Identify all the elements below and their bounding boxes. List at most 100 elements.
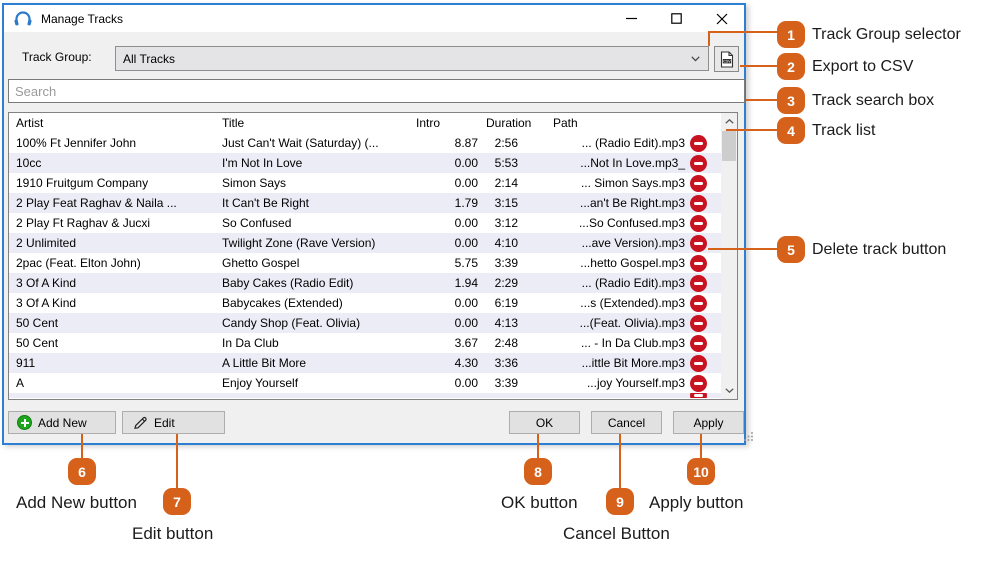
path-cell: ... (Radio Edit).mp3: [581, 136, 685, 150]
delete-track-button[interactable]: [690, 354, 707, 372]
track-row[interactable]: Aa Take On Me: [9, 393, 722, 398]
callout-label-export-to-csv: Export to CSV: [812, 58, 914, 75]
artist-cell: 911: [16, 356, 36, 370]
edit-button[interactable]: Edit: [122, 411, 225, 434]
apply-button[interactable]: Apply: [673, 411, 744, 434]
artist-cell: 10cc: [16, 156, 42, 170]
duration-cell: 2:29: [494, 276, 518, 290]
track-row[interactable]: 2pac (Feat. Elton John) Ghetto Gospel 5.…: [9, 253, 722, 273]
intro-cell: 0.00: [454, 236, 478, 250]
delete-track-button[interactable]: [690, 274, 707, 292]
title-cell: Twilight Zone (Rave Version): [222, 236, 376, 250]
delete-track-button[interactable]: [690, 214, 707, 232]
pencil-icon: [134, 416, 147, 429]
cancel-button[interactable]: Cancel: [591, 411, 662, 434]
track-group-selector[interactable]: All Tracks: [115, 46, 709, 71]
scroll-up-button[interactable]: [721, 113, 737, 130]
callout-label-apply-button: Apply button: [649, 493, 744, 512]
callout-badge-6: 6: [68, 458, 96, 485]
intro-cell: 0.00: [454, 156, 478, 170]
intro-cell: 3.67: [454, 336, 478, 350]
artist-cell: 3 Of A Kind: [16, 276, 77, 290]
chevron-down-icon: [691, 56, 700, 62]
callout-badge-3: 3: [777, 87, 805, 114]
ok-button[interactable]: OK: [509, 411, 580, 434]
path-cell: [535, 393, 688, 398]
intro-cell: 5.75: [454, 256, 478, 270]
scrollbar-thumb[interactable]: [722, 131, 736, 161]
delete-track-button[interactable]: [690, 374, 707, 392]
minimize-icon: [626, 17, 637, 20]
duration-cell: 3:39: [494, 376, 518, 390]
callout-badge-10: 10: [687, 458, 715, 485]
track-row[interactable]: 3 Of A Kind Baby Cakes (Radio Edit) 1.94…: [9, 273, 722, 293]
csv-file-icon: CSV: [720, 50, 733, 68]
title-cell: Simon Says: [222, 176, 287, 190]
duration-cell: 3:12: [494, 216, 518, 230]
maximize-button[interactable]: [654, 5, 699, 32]
delete-track-button[interactable]: [690, 393, 707, 398]
artist-cell: 100% Ft Jennifer John: [16, 136, 137, 150]
plus-icon: [17, 415, 32, 430]
delete-track-button[interactable]: [690, 334, 707, 352]
apply-button-label: Apply: [693, 415, 724, 430]
ok-button-label: OK: [535, 415, 554, 430]
artist-cell: 1910 Fruitgum Company: [16, 176, 149, 190]
callout-line-1-elbow: [708, 31, 710, 46]
artist-cell: 50 Cent: [16, 336, 59, 350]
delete-track-button[interactable]: [690, 234, 707, 252]
title-cell: Candy Shop (Feat. Olivia): [222, 316, 361, 330]
callout-label-add-new-button: Add New button: [16, 493, 137, 512]
delete-track-button[interactable]: [690, 294, 707, 312]
cancel-button-label: Cancel: [607, 415, 646, 430]
delete-track-button[interactable]: [690, 154, 707, 172]
path-cell: ... - In Da Club.mp3: [580, 336, 685, 350]
duration-cell: 2:56: [494, 136, 518, 150]
track-row[interactable]: 3 Of A Kind Babycakes (Extended) 0.00 6:…: [9, 293, 722, 313]
scroll-down-button[interactable]: [721, 382, 737, 399]
delete-track-button[interactable]: [690, 134, 707, 152]
artist-cell: 2 Play Ft Raghav & Jucxi: [16, 216, 151, 230]
track-list-header: Artist Title Intro Duration Path: [9, 113, 722, 133]
resize-grip[interactable]: [744, 431, 754, 441]
callout-badge-7: 7: [163, 488, 191, 515]
track-row[interactable]: 10cc I'm Not In Love 0.00 5:53 ...Not In…: [9, 153, 722, 173]
delete-track-button[interactable]: [690, 254, 707, 272]
track-row[interactable]: 50 Cent Candy Shop (Feat. Olivia) 0.00 4…: [9, 313, 722, 333]
track-row[interactable]: 1910 Fruitgum Company Simon Says 0.00 2:…: [9, 173, 722, 193]
track-row[interactable]: 2 Play Ft Raghav & Jucxi So Confused 0.0…: [9, 213, 722, 233]
track-list: Artist Title Intro Duration Path 100% Ft…: [8, 112, 738, 400]
delete-track-button[interactable]: [690, 194, 707, 212]
callout-line-10: [700, 434, 702, 459]
track-row[interactable]: 100% Ft Jennifer John Just Can't Wait (S…: [9, 133, 722, 153]
track-row[interactable]: 50 Cent In Da Club 3.67 2:48 ... - In Da…: [9, 333, 722, 353]
minimize-button[interactable]: [609, 5, 654, 32]
edit-button-label: Edit: [154, 415, 175, 430]
intro-cell: 0.00: [454, 316, 478, 330]
title-bar[interactable]: Manage Tracks: [4, 5, 744, 32]
title-cell: Baby Cakes (Radio Edit): [222, 276, 354, 290]
path-cell: ...an't Be Right.mp3: [579, 196, 685, 210]
callout-label-ok-button: OK button: [501, 493, 578, 512]
close-button[interactable]: [699, 5, 744, 32]
track-row[interactable]: 911 A Little Bit More 4.30 3:36 ...ittle…: [9, 353, 722, 373]
maximize-icon: [671, 13, 682, 24]
track-row[interactable]: A Enjoy Yourself 0.00 3:39 ...joy Yourse…: [9, 373, 722, 393]
delete-track-button[interactable]: [690, 174, 707, 192]
export-csv-button[interactable]: CSV: [714, 46, 739, 72]
artist-cell: 2pac (Feat. Elton John): [16, 256, 141, 270]
list-scrollbar[interactable]: [721, 113, 737, 399]
track-search-input[interactable]: [8, 79, 745, 103]
track-row[interactable]: 2 Unlimited Twilight Zone (Rave Version)…: [9, 233, 722, 253]
track-row[interactable]: 2 Play Feat Raghav & Naila ... It Can't …: [9, 193, 722, 213]
callout-label-track-list: Track list: [812, 122, 876, 139]
track-group-value: All Tracks: [123, 51, 176, 66]
window-title: Manage Tracks: [41, 11, 124, 26]
add-new-button[interactable]: Add New: [8, 411, 116, 434]
track-group-label: Track Group:: [22, 50, 92, 64]
add-new-button-label: Add New: [38, 415, 87, 430]
delete-track-button[interactable]: [690, 314, 707, 332]
intro-cell: 4.30: [454, 356, 478, 370]
callout-badge-9: 9: [606, 488, 634, 515]
title-cell: Enjoy Yourself: [222, 376, 299, 390]
